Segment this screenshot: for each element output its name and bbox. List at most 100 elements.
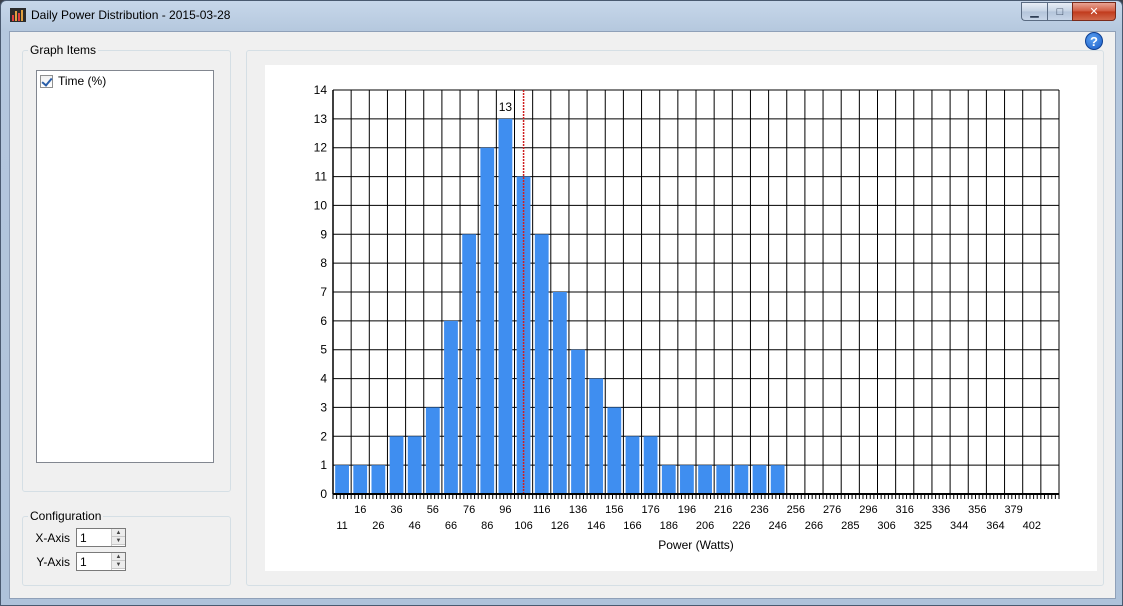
bar: [716, 465, 731, 494]
y-axis-spin-buttons: ▲ ▼: [111, 553, 125, 570]
bar: [698, 465, 712, 494]
y-tick-label: 0: [320, 487, 327, 501]
y-tick-label: 1: [320, 458, 327, 472]
x-axis-value: 1: [80, 531, 87, 545]
bar: [389, 436, 404, 494]
y-tick-label: 8: [320, 256, 327, 270]
x-tick-label-bottom: 166: [623, 520, 641, 532]
y-tick-label: 6: [320, 314, 327, 328]
x-tick-label-top: 379: [1004, 504, 1022, 516]
x-tick-label-top: 356: [968, 504, 986, 516]
x-axis-label: X-Axis: [35, 530, 70, 545]
x-tick-label-bottom: 285: [841, 520, 859, 532]
x-tick-label-top: 156: [605, 504, 623, 516]
configuration-group: Configuration: [22, 509, 231, 586]
x-tick-label-top: 116: [533, 504, 551, 516]
x-tick-label-bottom: 306: [877, 520, 895, 532]
bar: [444, 320, 458, 494]
help-icon[interactable]: ?: [1085, 32, 1103, 50]
y-axis-row: Y-Axis 1 ▲ ▼: [32, 552, 126, 571]
graph-items-list[interactable]: Time (%): [36, 70, 214, 463]
x-tick-label-bottom: 11: [336, 520, 347, 532]
x-tick-label-top: 36: [390, 504, 402, 516]
graph-items-legend: Graph Items: [28, 43, 99, 57]
x-tick-label-bottom: 66: [445, 520, 457, 532]
y-tick-label: 11: [315, 170, 328, 184]
window-title: Daily Power Distribution - 2015-03-28: [31, 8, 231, 22]
list-item-label: Time (%): [58, 74, 107, 88]
main-window: Daily Power Distribution - 2015-03-28 ▁ …: [0, 0, 1123, 606]
bar: [607, 407, 622, 494]
peak-data-label: 13: [499, 100, 513, 114]
close-button[interactable]: ✕: [1072, 2, 1116, 21]
title-bar[interactable]: Daily Power Distribution - 2015-03-28 ▁ …: [1, 1, 1122, 31]
x-tick-label-top: 176: [641, 504, 659, 516]
y-tick-label: 4: [320, 372, 327, 386]
x-tick-label-top: 76: [463, 504, 475, 516]
bar: [425, 407, 440, 494]
bar: [371, 465, 386, 494]
bar: [353, 465, 368, 494]
bar: [734, 465, 749, 494]
maximize-icon: □: [1056, 5, 1064, 18]
y-tick-label: 3: [320, 400, 327, 414]
x-axis-row: X-Axis 1 ▲ ▼: [32, 528, 126, 547]
bar: [752, 465, 767, 494]
x-axis-spinner[interactable]: 1 ▲ ▼: [76, 528, 126, 547]
x-tick-label-bottom: 126: [551, 520, 569, 532]
bar: [407, 436, 422, 494]
bar: [680, 465, 694, 494]
y-tick-label: 2: [320, 429, 327, 443]
x-tick-label-top: 276: [823, 504, 841, 516]
x-tick-label-top: 56: [427, 504, 439, 516]
x-tick-label-top: 196: [678, 504, 696, 516]
x-axis-title: Power (Watts): [658, 538, 734, 552]
x-tick-label-bottom: 26: [372, 520, 384, 532]
x-tick-label-top: 216: [714, 504, 732, 516]
y-axis-down-icon[interactable]: ▼: [112, 561, 125, 569]
x-tick-label-bottom: 146: [587, 520, 605, 532]
x-tick-label-bottom: 325: [914, 520, 932, 532]
y-axis-spinner[interactable]: 1 ▲ ▼: [76, 552, 126, 571]
y-axis-up-icon[interactable]: ▲: [112, 553, 125, 561]
bar: [552, 292, 567, 494]
x-tick-label-top: 316: [896, 504, 914, 516]
x-axis-down-icon[interactable]: ▼: [112, 537, 125, 545]
y-axis-label: Y-Axis: [36, 554, 70, 569]
y-tick-label: 7: [320, 285, 327, 299]
x-tick-label-top: 296: [859, 504, 877, 516]
x-tick-label-bottom: 344: [950, 520, 968, 532]
power-distribution-chart: 012345678910111213141316 36 56 76 96 116 136 15…: [314, 83, 1060, 552]
bar: [571, 349, 585, 494]
list-item-time[interactable]: Time (%): [40, 74, 106, 88]
app-chart-icon: [10, 8, 26, 22]
minimize-icon: ▁: [1030, 6, 1039, 18]
client-area: ? Graph Items Time (%) Configuration X-A…: [9, 31, 1116, 599]
y-tick-label: 9: [320, 227, 327, 241]
caption-buttons: ▁ □ ✕: [1021, 2, 1116, 21]
bar: [625, 436, 640, 494]
bar: [589, 378, 604, 494]
x-tick-label-bottom: 46: [409, 520, 421, 532]
bar: [462, 234, 477, 495]
x-tick-label-bottom: 86: [481, 520, 493, 532]
y-tick-label: 12: [314, 141, 328, 155]
y-tick-label: 10: [314, 198, 328, 212]
x-axis-up-icon[interactable]: ▲: [112, 529, 125, 537]
x-tick-label-bottom: 266: [805, 520, 823, 532]
x-tick-label-top: 16: [354, 504, 366, 516]
x-tick-label-bottom: 206: [696, 520, 714, 532]
y-tick-label: 5: [320, 343, 327, 357]
x-axis-spin-buttons: ▲ ▼: [111, 529, 125, 546]
x-tick-label-bottom: 186: [660, 520, 678, 532]
chart-panel: 0 1 2 3 4 5 6 7 8 9 10 11 12 13 14 13 16 36 56 76 96 116 136 15…: [265, 65, 1097, 571]
bar: [498, 118, 513, 494]
x-tick-label-top: 256: [787, 504, 805, 516]
maximize-button[interactable]: □: [1047, 2, 1072, 21]
bar: [516, 176, 531, 495]
y-tick-label: 13: [314, 112, 328, 126]
x-tick-label-bottom: 106: [514, 520, 532, 532]
time-checkbox[interactable]: [40, 74, 53, 88]
minimize-button[interactable]: ▁: [1021, 2, 1047, 21]
x-tick-label-bottom: 226: [732, 520, 750, 532]
